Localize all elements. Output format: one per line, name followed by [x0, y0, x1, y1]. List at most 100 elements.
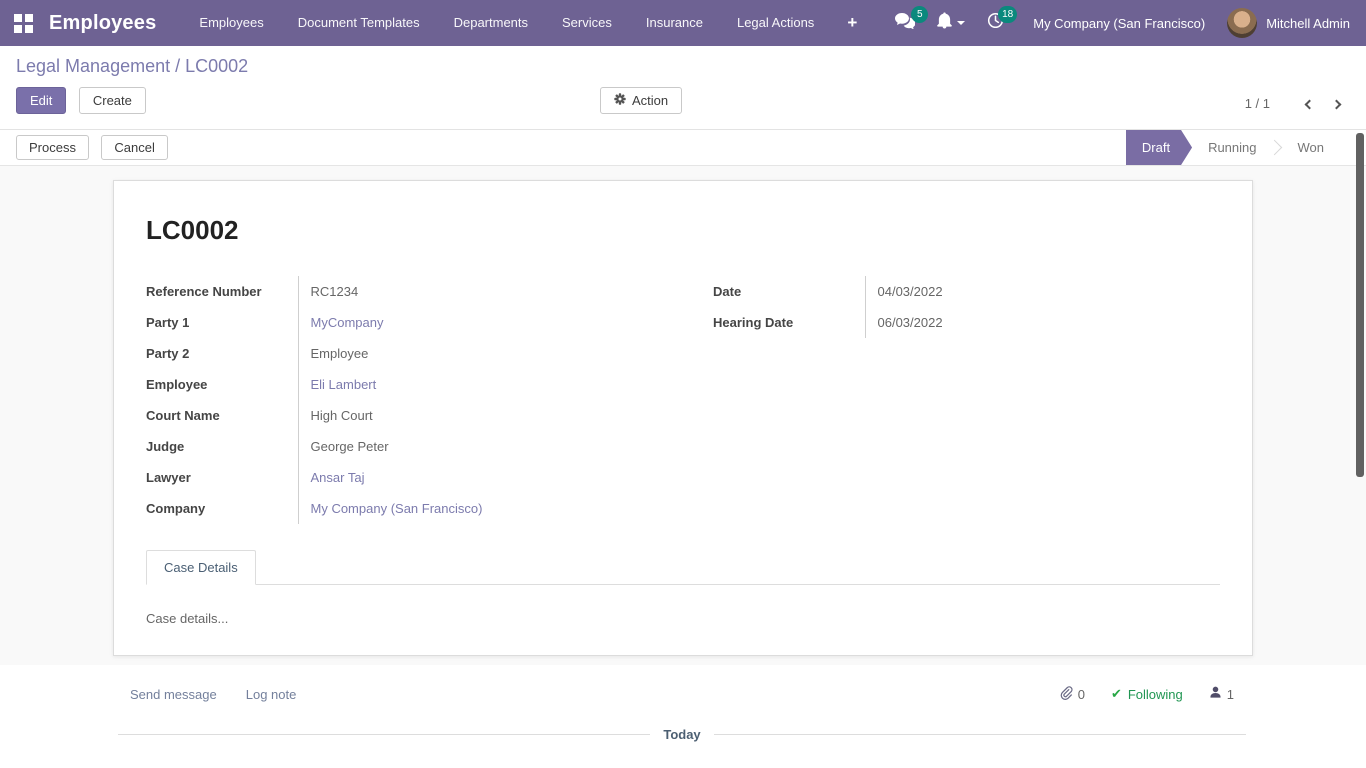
field-value-party2: Employee [298, 338, 653, 369]
breadcrumb: Legal Management / LC0002 [16, 56, 1350, 77]
following-button[interactable]: ✔ Following [1111, 686, 1183, 702]
notebook: Case Details Case details... [146, 550, 1220, 652]
messages-button[interactable]: 5 [884, 0, 926, 46]
following-label: Following [1128, 687, 1183, 702]
right-field-group: Date 04/03/2022 Hearing Date 06/03/2022 [713, 276, 1220, 338]
field-value-employee[interactable]: Eli Lambert [298, 369, 653, 400]
field-label: Court Name [146, 400, 298, 431]
activities-badge: 18 [998, 6, 1017, 23]
log-note-button[interactable]: Log note [246, 687, 297, 702]
cancel-button[interactable]: Cancel [101, 135, 167, 160]
bell-icon [937, 12, 952, 34]
breadcrumb-parent[interactable]: Legal Management [16, 56, 170, 76]
main-menu: Employees Document Templates Departments… [182, 0, 873, 46]
field-row-employee: Employee Eli Lambert [146, 369, 653, 400]
followers-button[interactable]: 1 [1209, 686, 1234, 702]
today-divider: Today [118, 727, 1246, 742]
menu-document-templates[interactable]: Document Templates [281, 0, 437, 46]
field-value-judge: George Peter [298, 431, 653, 462]
case-details-content: Case details... [146, 585, 1220, 652]
top-navbar: Employees Employees Document Templates D… [0, 0, 1366, 46]
field-row-hearing-date: Hearing Date 06/03/2022 [713, 307, 1220, 338]
attachments-button[interactable]: 0 [1059, 685, 1085, 703]
field-row-party2: Party 2 Employee [146, 338, 653, 369]
tabs-row: Case Details [146, 550, 1220, 585]
action-label: Action [632, 93, 668, 108]
topbar-right: 5 18 My Company (San Francisco) Mitchell… [884, 0, 1350, 46]
control-panel-buttons-row: Edit Create Action 1 / 1 [16, 87, 1350, 115]
field-label: Reference Number [146, 276, 298, 307]
control-panel: Legal Management / LC0002 Edit Create Ac… [0, 46, 1366, 130]
field-label: Judge [146, 431, 298, 462]
cp-center: Action [600, 87, 682, 114]
paperclip-icon [1059, 685, 1073, 703]
state-draft[interactable]: Draft [1126, 130, 1192, 165]
field-value-date: 04/03/2022 [865, 276, 1220, 307]
gear-icon [614, 93, 626, 108]
statusbar: Process Cancel Draft Running Won [0, 130, 1366, 166]
avatar [1227, 8, 1257, 38]
cp-left: Edit Create [16, 87, 600, 114]
state-running[interactable]: Running [1192, 130, 1272, 165]
field-row-company: Company My Company (San Francisco) [146, 493, 653, 524]
field-row-court-name: Court Name High Court [146, 400, 653, 431]
form-view: LC0002 Reference Number RC1234 Party 1 M… [0, 166, 1366, 665]
divider-line [714, 734, 1246, 735]
app-brand[interactable]: Employees [49, 12, 156, 35]
chevron-left-icon [1305, 100, 1315, 110]
chevron-right-icon [1332, 100, 1342, 110]
menu-departments[interactable]: Departments [437, 0, 545, 46]
menu-employees[interactable]: Employees [182, 0, 280, 46]
check-icon: ✔ [1111, 686, 1122, 702]
field-label: Employee [146, 369, 298, 400]
create-button[interactable]: Create [79, 87, 146, 114]
add-menu-button[interactable]: + [831, 0, 873, 46]
pager: 1 / 1 [1245, 87, 1350, 115]
vertical-scrollbar[interactable] [1356, 133, 1364, 477]
state-won[interactable]: Won [1282, 130, 1341, 165]
followers-count: 1 [1227, 687, 1234, 702]
field-label: Hearing Date [713, 307, 865, 338]
menu-services[interactable]: Services [545, 0, 629, 46]
action-button[interactable]: Action [600, 87, 682, 114]
field-label: Party 1 [146, 307, 298, 338]
divider-line [118, 734, 650, 735]
pager-previous-button[interactable] [1296, 92, 1323, 115]
breadcrumb-current: LC0002 [185, 56, 248, 76]
process-button[interactable]: Process [16, 135, 89, 160]
chatter: Send message Log note 0 ✔ Following 1 T [0, 665, 1366, 768]
field-label: Date [713, 276, 865, 307]
menu-insurance[interactable]: Insurance [629, 0, 720, 46]
field-value-lawyer[interactable]: Ansar Taj [298, 462, 653, 493]
fields-group: Reference Number RC1234 Party 1 MyCompan… [146, 276, 1220, 524]
field-row-lawyer: Lawyer Ansar Taj [146, 462, 653, 493]
attachments-count: 0 [1078, 687, 1085, 702]
chatter-toolbar: Send message Log note 0 ✔ Following 1 [0, 665, 1366, 703]
person-icon [1209, 686, 1222, 702]
today-label: Today [650, 727, 713, 742]
left-field-group: Reference Number RC1234 Party 1 MyCompan… [146, 276, 653, 524]
pager-next-button[interactable] [1323, 92, 1350, 115]
field-value-company[interactable]: My Company (San Francisco) [298, 493, 653, 524]
chatter-right: 0 ✔ Following 1 [1059, 685, 1234, 703]
field-value-party1[interactable]: MyCompany [298, 307, 653, 338]
field-row-party1: Party 1 MyCompany [146, 307, 653, 338]
edit-button[interactable]: Edit [16, 87, 66, 114]
apps-grid-icon[interactable] [14, 14, 33, 33]
statusbar-buttons: Process Cancel [16, 135, 168, 160]
form-sheet: LC0002 Reference Number RC1234 Party 1 M… [113, 180, 1253, 656]
field-row-date: Date 04/03/2022 [713, 276, 1220, 307]
field-row-judge: Judge George Peter [146, 431, 653, 462]
notifications-button[interactable] [926, 0, 976, 46]
tab-case-details[interactable]: Case Details [146, 550, 256, 585]
field-value-hearing-date: 06/03/2022 [865, 307, 1220, 338]
user-name: Mitchell Admin [1266, 16, 1350, 31]
menu-legal-actions[interactable]: Legal Actions [720, 0, 831, 46]
field-value-court-name: High Court [298, 400, 653, 431]
company-switcher[interactable]: My Company (San Francisco) [1033, 16, 1205, 31]
field-label: Lawyer [146, 462, 298, 493]
send-message-button[interactable]: Send message [130, 687, 217, 702]
user-menu[interactable]: Mitchell Admin [1227, 8, 1350, 38]
breadcrumb-separator: / [170, 56, 185, 76]
activities-button[interactable]: 18 [976, 0, 1015, 46]
